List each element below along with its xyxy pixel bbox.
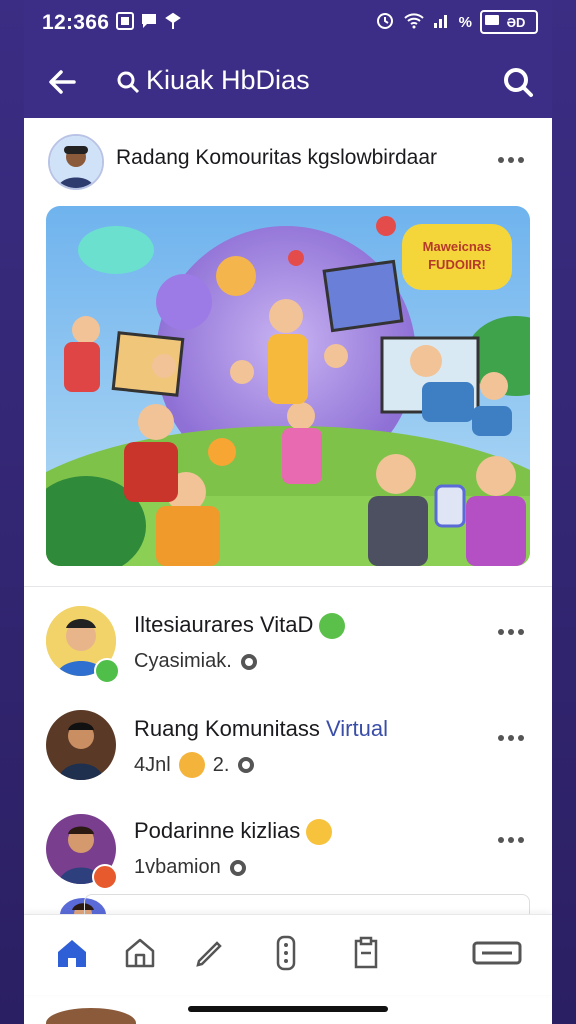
globe-icon bbox=[240, 653, 258, 671]
list-item-title: Ruang Komunitass Virtual bbox=[134, 716, 388, 742]
house-outline-icon[interactable] bbox=[120, 933, 160, 973]
battery-text: ƏD bbox=[506, 14, 526, 30]
gallery-notification-icon bbox=[116, 12, 134, 30]
post-author-avatar[interactable] bbox=[48, 134, 104, 190]
home-icon[interactable] bbox=[52, 933, 92, 973]
search-button-icon[interactable] bbox=[500, 64, 536, 100]
wifi-icon bbox=[403, 10, 425, 34]
app-notification-icon bbox=[164, 12, 182, 30]
wave-emoji-icon bbox=[178, 752, 205, 778]
list-item-meta-suffix: 2. bbox=[212, 753, 230, 776]
section-divider bbox=[24, 586, 552, 587]
status-bar: 12:366 % ƏD bbox=[24, 0, 552, 46]
banner-speech-bubble: Maweicnas FUDOIIR! bbox=[402, 224, 512, 290]
battery-percent-icon: % bbox=[458, 13, 472, 31]
app-title: Kiuak HbDias bbox=[146, 65, 310, 95]
battery-icon: ƏD bbox=[480, 10, 538, 34]
right-frame bbox=[552, 0, 576, 1024]
globe-icon bbox=[237, 756, 255, 774]
list-item-meta: 1vbamion bbox=[134, 856, 247, 879]
list-item[interactable]: Iltesiaurares VitaD Cyasimiak. bbox=[24, 600, 552, 704]
list-item-more-icon[interactable] bbox=[498, 732, 530, 744]
list-item[interactable]: Ruang Komunitass Virtual 4Jnl 2. bbox=[24, 706, 552, 810]
remote-icon[interactable] bbox=[266, 933, 306, 973]
post-banner-image[interactable]: Maweicnas FUDOIIR! bbox=[46, 206, 530, 566]
list-item-more-icon[interactable] bbox=[498, 626, 530, 638]
list-item-meta-text: 1vbamion bbox=[134, 856, 221, 878]
list-item-meta: Cyasimiak. bbox=[134, 650, 258, 673]
list-item-title: Iltesiaurares VitaD bbox=[134, 612, 346, 640]
next-post-avatar-peek bbox=[46, 1008, 136, 1024]
list-item-meta-text: 4Jnl bbox=[134, 753, 171, 776]
smile-emoji-icon bbox=[319, 613, 346, 640]
pen-icon[interactable] bbox=[188, 933, 228, 973]
list-item-more-icon[interactable] bbox=[498, 834, 530, 846]
alarm-icon bbox=[375, 10, 395, 34]
list-item-title-text: Ruang Komunitass bbox=[134, 716, 320, 741]
left-frame bbox=[0, 0, 24, 1024]
list-item-title-text: Podarinne kizlias bbox=[134, 818, 301, 843]
post-header: Radang Komouritas kgslowbirdaar bbox=[24, 118, 552, 198]
feed-content: Radang Komouritas kgslowbirdaar Maweicna… bbox=[24, 118, 552, 1024]
list-item-meta-text: Cyasimiak. bbox=[134, 650, 232, 672]
home-indicator-bar[interactable] bbox=[188, 1006, 388, 1012]
message-notification-icon bbox=[140, 12, 158, 30]
list-item-title-accent: Virtual bbox=[326, 716, 388, 741]
list-item-title: Podarinne kizlias bbox=[134, 818, 333, 846]
bottom-nav bbox=[24, 914, 552, 995]
app-bar: Kiuak HbDias bbox=[24, 46, 552, 118]
smile-emoji-icon bbox=[306, 819, 333, 846]
back-arrow-icon[interactable] bbox=[44, 64, 80, 100]
search-icon bbox=[116, 70, 140, 94]
clipboard-icon[interactable] bbox=[346, 933, 386, 973]
list-item-meta: 4Jnl 2. bbox=[134, 752, 255, 778]
list-item-title-text: Iltesiaurares VitaD bbox=[134, 612, 314, 637]
globe-icon bbox=[229, 859, 247, 877]
post-author-name[interactable]: Radang Komouritas kgslowbirdaar bbox=[116, 146, 437, 170]
menu-box-icon[interactable] bbox=[470, 933, 526, 973]
post-more-icon[interactable] bbox=[498, 154, 530, 166]
online-badge bbox=[94, 658, 120, 684]
status-badge bbox=[92, 864, 118, 890]
status-notification-icons bbox=[116, 12, 182, 30]
list-item-avatar[interactable] bbox=[46, 710, 116, 780]
status-right: % ƏD bbox=[375, 10, 538, 34]
signal-icon bbox=[433, 11, 451, 33]
status-time: 12:366 bbox=[42, 11, 110, 34]
